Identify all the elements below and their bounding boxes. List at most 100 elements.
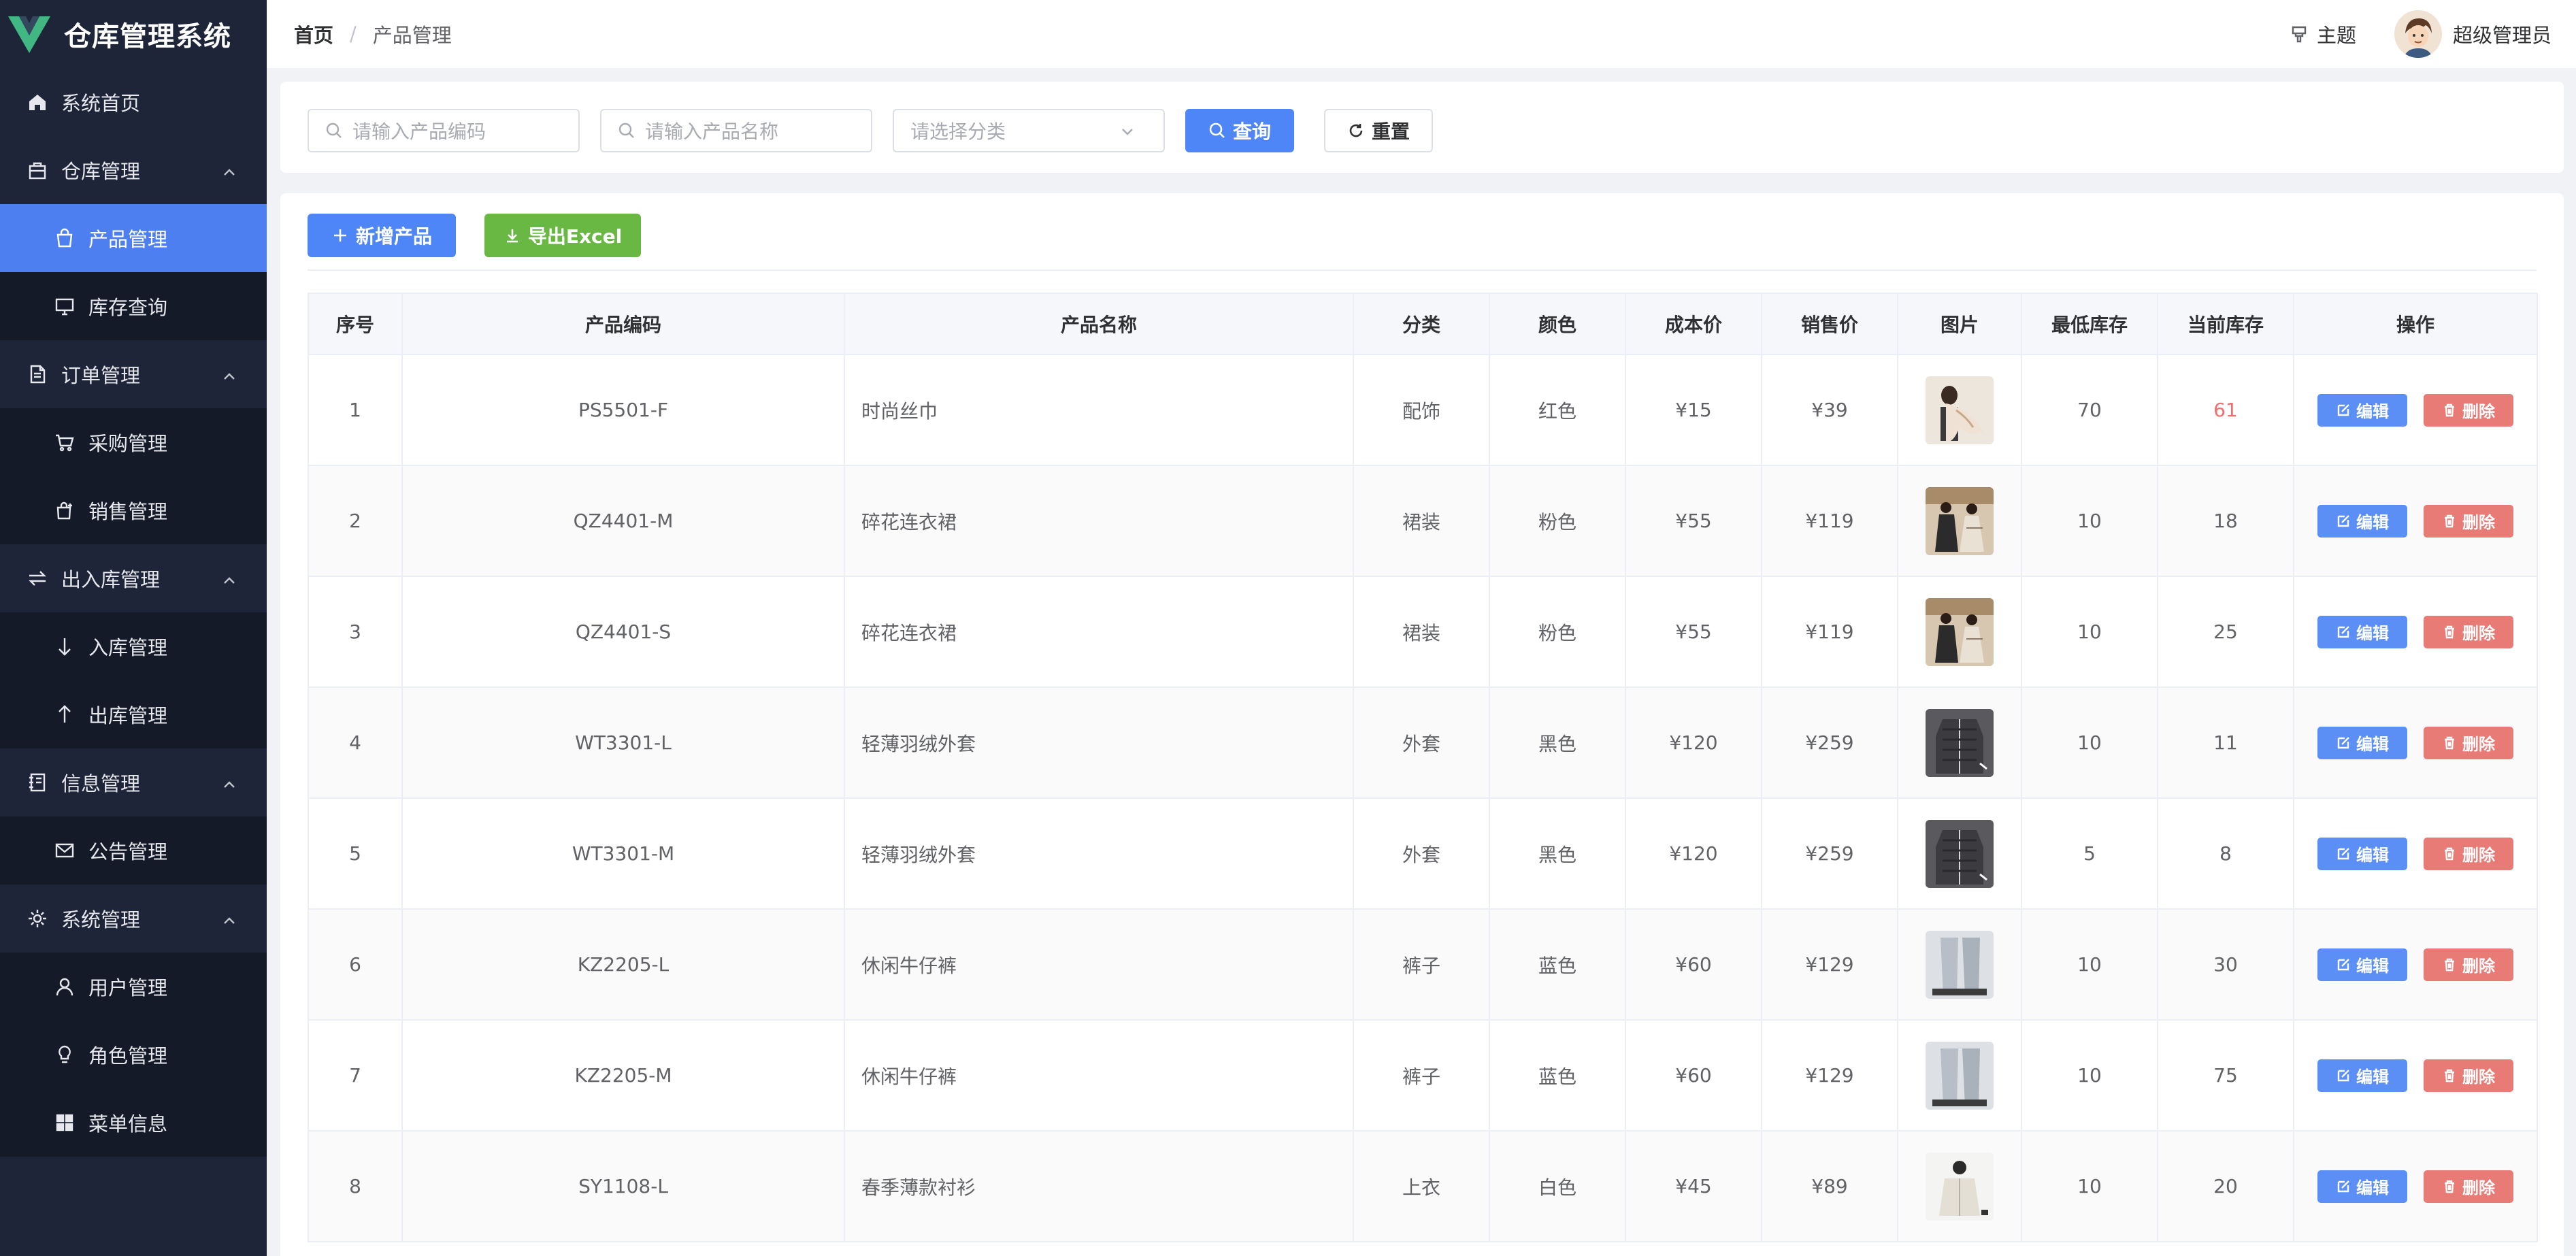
delete-button[interactable]: 删除 — [2424, 837, 2513, 870]
delete-button[interactable]: 删除 — [2424, 615, 2513, 648]
search-icon — [618, 122, 634, 138]
cart-icon — [53, 431, 76, 454]
breadcrumb-home[interactable]: 首页 — [294, 20, 333, 48]
sidebar-item-8[interactable]: 入库管理 — [0, 612, 267, 680]
brand: 仓库管理系统 — [0, 0, 267, 68]
edit-button[interactable]: 编辑 — [2317, 504, 2407, 538]
delete-button[interactable]: 删除 — [2424, 393, 2513, 427]
sidebar-item-label: 系统管理 — [61, 908, 141, 931]
sidebar-item-15[interactable]: 菜单信息 — [0, 1089, 267, 1157]
edit-button[interactable]: 编辑 — [2317, 393, 2407, 427]
export-excel-button[interactable]: 导出Excel — [484, 214, 641, 257]
table-row: 8 SY1108-L 春季薄款衬衫 上衣 白色 ¥45 ¥89 10 20 编辑 删除 — [308, 1130, 2538, 1242]
cell-min-stock: 70 — [2021, 354, 2158, 466]
delete-button[interactable]: 删除 — [2424, 726, 2513, 759]
sidebar-item-5[interactable]: 采购管理 — [0, 408, 267, 476]
cell-price: ¥129 — [1761, 1019, 1898, 1131]
cell-min-stock: 10 — [2021, 1019, 2158, 1131]
product-thumbnail[interactable] — [1926, 1041, 1994, 1110]
delete-label: 删除 — [2462, 1068, 2495, 1087]
edit-icon — [2337, 1180, 2349, 1192]
edit-button[interactable]: 编辑 — [2317, 726, 2407, 759]
edit-label: 编辑 — [2356, 402, 2389, 421]
sidebar-item-label: 公告管理 — [88, 840, 168, 863]
arrow-down-icon — [53, 635, 76, 658]
sidebar-item-7[interactable]: 出入库管理 — [0, 544, 267, 612]
sidebar-item-10[interactable]: 信息管理 — [0, 748, 267, 816]
product-name-input[interactable]: 请输入产品名称 — [600, 109, 872, 152]
delete-label: 删除 — [2462, 513, 2495, 532]
search-icon — [1209, 122, 1225, 138]
chevron-up-icon — [222, 570, 237, 585]
category-placeholder: 请选择分类 — [910, 120, 1006, 143]
sidebar-item-label: 用户管理 — [88, 976, 168, 999]
table-row: 4 WT3301-L 轻薄羽绒外套 外套 黑色 ¥120 ¥259 10 11 编辑 删除 — [308, 687, 2538, 799]
cell-image — [1897, 465, 2022, 577]
delete-button[interactable]: 删除 — [2424, 948, 2513, 981]
cell-code: KZ2205-M — [401, 1019, 845, 1131]
trash-icon — [2445, 847, 2454, 860]
delete-button[interactable]: 删除 — [2424, 504, 2513, 538]
edit-button[interactable]: 编辑 — [2317, 1059, 2407, 1092]
product-thumbnail[interactable] — [1926, 597, 1994, 666]
delete-button[interactable]: 删除 — [2424, 1059, 2513, 1092]
sidebar-item-label: 信息管理 — [61, 772, 141, 795]
chevron-up-icon — [222, 366, 237, 381]
sidebar-item-11[interactable]: 公告管理 — [0, 816, 267, 885]
cell-category: 外套 — [1353, 687, 1490, 799]
cell-code: SY1108-L — [401, 1130, 845, 1242]
delete-label: 删除 — [2462, 624, 2495, 643]
delete-button[interactable]: 删除 — [2424, 1170, 2513, 1203]
sidebar-item-1[interactable]: 仓库管理 — [0, 136, 267, 204]
theme-button[interactable]: 主题 — [2290, 20, 2356, 48]
sidebar-item-label: 出库管理 — [88, 704, 168, 727]
cell-color: 蓝色 — [1489, 908, 1626, 1021]
reset-button[interactable]: 重置 — [1324, 109, 1433, 152]
column-header: 图片 — [1897, 293, 2022, 355]
avatar[interactable] — [2394, 10, 2442, 58]
product-thumbnail[interactable] — [1926, 1152, 1994, 1221]
edit-button[interactable]: 编辑 — [2317, 1170, 2407, 1203]
sidebar-item-label: 系统首页 — [61, 92, 141, 115]
sidebar-item-4[interactable]: 订单管理 — [0, 340, 267, 408]
cell-image — [1897, 797, 2022, 910]
edit-label: 编辑 — [2356, 624, 2389, 643]
category-select[interactable]: 请选择分类 — [893, 109, 1165, 152]
sidebar-item-0[interactable]: 系统首页 — [0, 68, 267, 136]
product-thumbnail[interactable] — [1926, 819, 1994, 888]
cell-min-stock: 10 — [2021, 576, 2158, 688]
theme-label: 主题 — [2316, 24, 2356, 47]
product-name-placeholder: 请输入产品名称 — [645, 120, 779, 143]
cell-code: KZ2205-L — [401, 908, 845, 1021]
product-code-input[interactable]: 请输入产品编码 — [308, 109, 580, 152]
cell-color: 黑色 — [1489, 797, 1626, 910]
warehouse-icon — [26, 159, 49, 182]
edit-label: 编辑 — [2356, 846, 2389, 865]
cell-min-stock: 10 — [2021, 1130, 2158, 1242]
sidebar-item-13[interactable]: 用户管理 — [0, 953, 267, 1021]
sidebar-item-14[interactable]: 角色管理 — [0, 1021, 267, 1089]
edit-label: 编辑 — [2356, 957, 2389, 976]
sidebar-item-2[interactable]: 产品管理 — [0, 204, 267, 272]
edit-button[interactable]: 编辑 — [2317, 615, 2407, 648]
edit-button[interactable]: 编辑 — [2317, 948, 2407, 981]
user-name[interactable]: 超级管理员 — [2453, 20, 2552, 48]
sidebar-item-label: 出入库管理 — [61, 568, 161, 591]
add-product-button[interactable]: 新增产品 — [308, 214, 456, 257]
cell-name: 碎花连衣裙 — [844, 465, 1354, 577]
sidebar-item-6[interactable]: 销售管理 — [0, 476, 267, 544]
delete-label: 删除 — [2462, 1178, 2495, 1197]
product-thumbnail[interactable] — [1926, 486, 1994, 555]
sidebar-item-3[interactable]: 库存查询 — [0, 272, 267, 340]
product-thumbnail[interactable] — [1926, 930, 1994, 999]
edit-icon — [2337, 736, 2349, 748]
sidebar-item-12[interactable]: 系统管理 — [0, 885, 267, 953]
sidebar-item-label: 采购管理 — [88, 432, 168, 455]
column-header: 序号 — [308, 293, 403, 355]
product-thumbnail[interactable] — [1926, 376, 1994, 444]
cell-code: WT3301-M — [401, 797, 845, 910]
product-thumbnail[interactable] — [1926, 708, 1994, 777]
edit-button[interactable]: 编辑 — [2317, 837, 2407, 870]
query-button[interactable]: 查询 — [1185, 109, 1294, 152]
sidebar-item-9[interactable]: 出库管理 — [0, 680, 267, 748]
